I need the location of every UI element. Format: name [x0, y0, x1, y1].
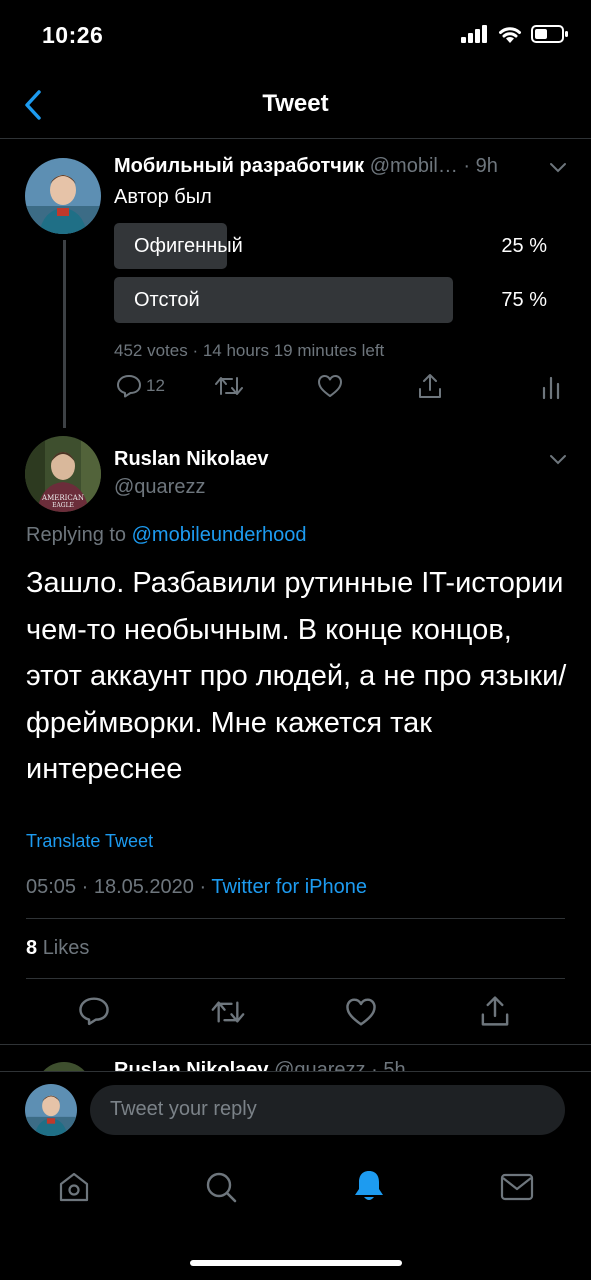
parent-avatar[interactable]: [25, 158, 101, 234]
retweet-icon: [215, 377, 243, 395]
translate-tweet-link[interactable]: Translate Tweet: [26, 831, 153, 852]
parent-reply-button[interactable]: 12: [116, 374, 165, 398]
thread-line: [63, 240, 66, 428]
my-avatar[interactable]: [25, 1084, 77, 1136]
parent-more-icon[interactable]: [548, 160, 568, 179]
reply-placeholder: Tweet your reply: [110, 1098, 257, 1120]
poll-meta: 452 votes · 14 hours 19 minutes left: [114, 341, 385, 360]
tweet-client-link[interactable]: Twitter for iPhone: [211, 876, 367, 898]
home-icon: [59, 1172, 89, 1202]
notifications-icon: [355, 1171, 383, 1200]
reply-icon: [79, 997, 109, 1026]
tweet-reply-button[interactable]: [78, 996, 110, 1031]
tab-messages[interactable]: [499, 1172, 535, 1207]
bottom-divider: [0, 1071, 591, 1072]
likes-stat[interactable]: 8 Likes: [26, 937, 89, 960]
retweet-icon: [211, 1001, 245, 1023]
parent-retweet-button[interactable]: [214, 374, 244, 403]
poll-option-1-label: Офигенный: [134, 235, 243, 257]
parent-header: Мобильный разработчик @mobil… · 9h: [114, 155, 498, 178]
meta-divider: [26, 918, 565, 919]
tab-home[interactable]: [57, 1170, 91, 1209]
parent-share-button[interactable]: [417, 372, 443, 405]
next-reply-preview[interactable]: Ruslan Nikolaev @quarezz · 5h: [0, 1045, 591, 1072]
page-title: Tweet: [262, 90, 329, 117]
parent-handle: @mobil…: [369, 155, 458, 177]
reply-input[interactable]: Tweet your reply: [90, 1085, 565, 1135]
reply-icon: [117, 375, 141, 398]
parent-reply-count: 12: [146, 376, 165, 395]
tweet-text: Зашло. Разбавили рутинные IT-истории чем…: [26, 567, 567, 785]
heart-icon: [318, 375, 342, 397]
tweet-retweet-button[interactable]: [210, 998, 246, 1031]
share-icon: [419, 374, 441, 398]
tweet-share-button[interactable]: [479, 994, 511, 1033]
poll-option-2-label: Отстой: [134, 289, 200, 311]
wifi-icon: [499, 27, 521, 43]
likes-divider: [26, 978, 565, 979]
replying-to: Replying to @mobileunderhood: [26, 524, 307, 547]
status-icons: [461, 24, 569, 44]
tab-notifications[interactable]: [352, 1168, 386, 1209]
parent-like-button[interactable]: [317, 374, 343, 403]
tweet-timestamp: 05:05 · 18.05.2020 ·: [26, 876, 207, 898]
parent-analytics-button[interactable]: [541, 374, 561, 405]
tweet-avatar[interactable]: AMERICAN EAGLE: [25, 436, 101, 512]
tweet-author-name[interactable]: Ruslan Nikolaev: [114, 448, 269, 471]
home-indicator: [190, 1260, 402, 1266]
svg-text:EAGLE: EAGLE: [52, 502, 74, 509]
share-icon: [481, 996, 509, 1026]
tweet-meta: 05:05 · 18.05.2020 · Twitter for iPhone: [26, 876, 367, 899]
search-icon: [206, 1172, 237, 1203]
parent-text: Автор был: [114, 186, 212, 208]
likes-label: Likes: [42, 937, 90, 959]
tab-search[interactable]: [204, 1170, 238, 1209]
heart-icon: [346, 998, 376, 1026]
tweet-more-icon[interactable]: [548, 452, 568, 471]
header-divider: [0, 138, 591, 139]
poll-option-2-percent: 75 %: [501, 289, 547, 311]
messages-icon: [500, 1173, 534, 1201]
parent-name[interactable]: Мобильный разработчик: [114, 155, 364, 177]
tweet-like-button[interactable]: [345, 997, 377, 1032]
likes-count: 8: [26, 937, 38, 959]
parent-sep: ·: [463, 155, 471, 177]
battery-icon: [531, 25, 568, 43]
parent-time: 9h: [475, 155, 498, 177]
replying-handle-link[interactable]: @mobileunderhood: [132, 524, 307, 546]
poll-option-1-percent: 25 %: [501, 235, 547, 257]
svg-text:AMERICAN: AMERICAN: [41, 494, 84, 502]
tweet-author-handle[interactable]: @quarezz: [114, 476, 205, 499]
signal-icon: [461, 25, 487, 43]
status-time: 10:26: [42, 22, 104, 48]
replying-prefix: Replying to: [26, 524, 127, 546]
analytics-icon: [542, 376, 560, 400]
